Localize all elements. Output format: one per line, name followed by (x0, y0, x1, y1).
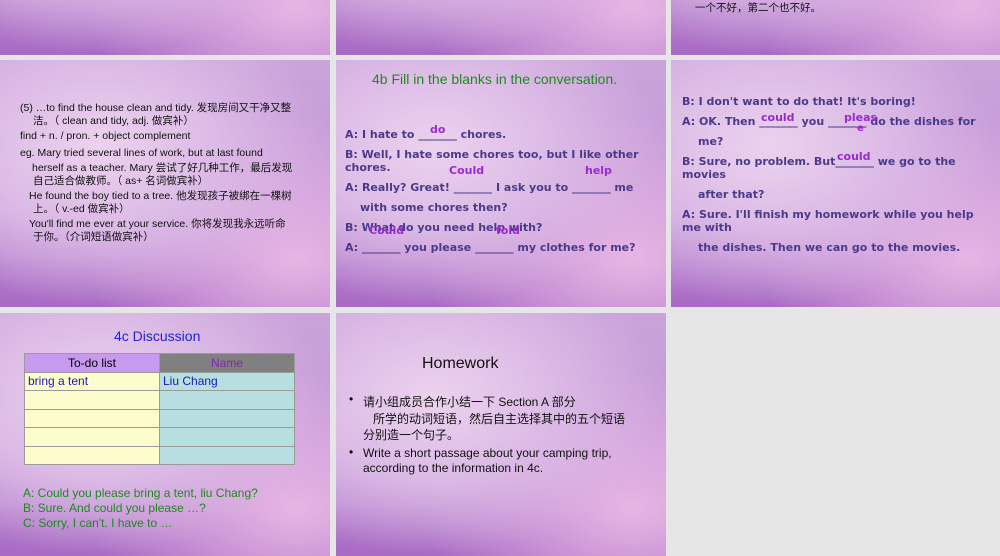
answer-text: could (837, 150, 871, 163)
table-cell (159, 390, 295, 410)
slide-thumbnail-3[interactable]: 一个不好，第二个也不好。 (671, 0, 1000, 55)
dialog-line: movies (682, 168, 726, 181)
table-cell (24, 408, 160, 428)
slide-thumbnail-1[interactable] (0, 0, 330, 55)
bullet-icon: • (349, 392, 354, 406)
dialog-line: A: Really? Great! _______ I ask you to _… (345, 181, 634, 194)
dialog-line: chores. (345, 161, 391, 174)
table-cell (159, 445, 295, 465)
dialog-line: A: I hate to _______ chores. (345, 128, 507, 141)
slide-text: 一个不好，第二个也不好。 (695, 2, 821, 14)
table-cell (24, 445, 160, 465)
answer-text: Could (369, 224, 405, 237)
bullet-text: 请小组成员合作小结一下 Section A 部分 (363, 395, 576, 409)
dialog-line: me? (698, 135, 724, 148)
dialog-line: C: Sorry, I can't. I have to … (23, 516, 173, 530)
answer-text: could (761, 111, 795, 124)
answer-text: e (857, 123, 864, 134)
dialog-line: B: Well, I hate some chores too, but I l… (345, 148, 639, 161)
slide-title: 4b Fill in the blanks in the conversatio… (372, 71, 618, 87)
table-cell (159, 408, 295, 428)
dialog-line: after that? (698, 188, 765, 201)
bullet-text: according to the information in 4c. (363, 461, 544, 475)
table-header: Name (159, 353, 295, 373)
dialog-line: A: _______ you please _______ my clothes… (345, 241, 636, 254)
slide-text: eg. Mary tried several lines of work, bu… (20, 147, 263, 159)
dialog-line: B: I don't want to do that! It's boring! (682, 95, 916, 108)
table-cell (159, 427, 295, 447)
table-cell (24, 390, 160, 410)
dialog-line: the dishes. Then we can go to the movies… (698, 241, 961, 254)
todo-table: To-do list Name bring a tent Liu Chang (24, 353, 295, 465)
slide-thumbnail-homework[interactable]: Homework • 请小组成员合作小结一下 Section A 部分 所学的动… (336, 313, 666, 556)
slide-thumbnail-find[interactable]: (5) …to find the house clean and tidy. 发… (0, 60, 330, 307)
slide-thumbnail-2[interactable] (336, 0, 666, 55)
slide-text: 于你。（介词短语做宾补） (33, 231, 154, 243)
dialog-line: with some chores then? (360, 201, 508, 214)
answer-text: do (430, 123, 446, 136)
table-cell: bring a tent (24, 371, 160, 391)
slide-text: 洁。（ clean and tidy, adj. 做宾补） (33, 115, 194, 127)
dialog-line: B: Sure. And could you please …? (23, 501, 206, 515)
slide-title: 4c Discussion (114, 328, 201, 344)
answer-text: Could (449, 164, 485, 177)
slide-text: find + n. / pron. + object complement (20, 130, 191, 142)
dialog-line: me with (682, 221, 732, 234)
dialog-line: A: OK. Then _______ you _______ do the d… (682, 115, 976, 128)
bullet-text: Write a short passage about your camping… (363, 446, 612, 460)
bullet-text: 分别造一个句子。 (363, 428, 460, 442)
slide-thumbnail-4b-continued[interactable]: B: I don't want to do that! It's boring!… (671, 60, 1000, 307)
table-header: To-do list (24, 353, 160, 373)
slide-text: 上。（ v.-ed 做宾补） (33, 203, 130, 215)
dialog-line: B: Sure, no problem. But_______ we go to… (682, 155, 956, 168)
slide-thumbnail-4b[interactable]: 4b Fill in the blanks in the conversatio… (336, 60, 666, 307)
dialog-line: A: Sure. I'll finish my homework while y… (682, 208, 974, 221)
table-cell (24, 427, 160, 447)
slide-text: 自己适合做教师。（ as+ 名词做宾补） (33, 175, 209, 187)
table-cell: Liu Chang (159, 371, 295, 391)
slide-thumbnail-4c[interactable]: 4c Discussion To-do list Name bring a te… (0, 313, 330, 556)
bullet-icon: • (349, 445, 354, 459)
slide-title: Homework (422, 355, 499, 372)
bullet-text: 所学的动词短语，然后自主选择其中的五个短语 (373, 412, 626, 426)
dialog-line: A: Could you please bring a tent, liu Ch… (23, 486, 258, 500)
answer-text: fold (496, 224, 520, 237)
answer-text: help (585, 164, 612, 177)
